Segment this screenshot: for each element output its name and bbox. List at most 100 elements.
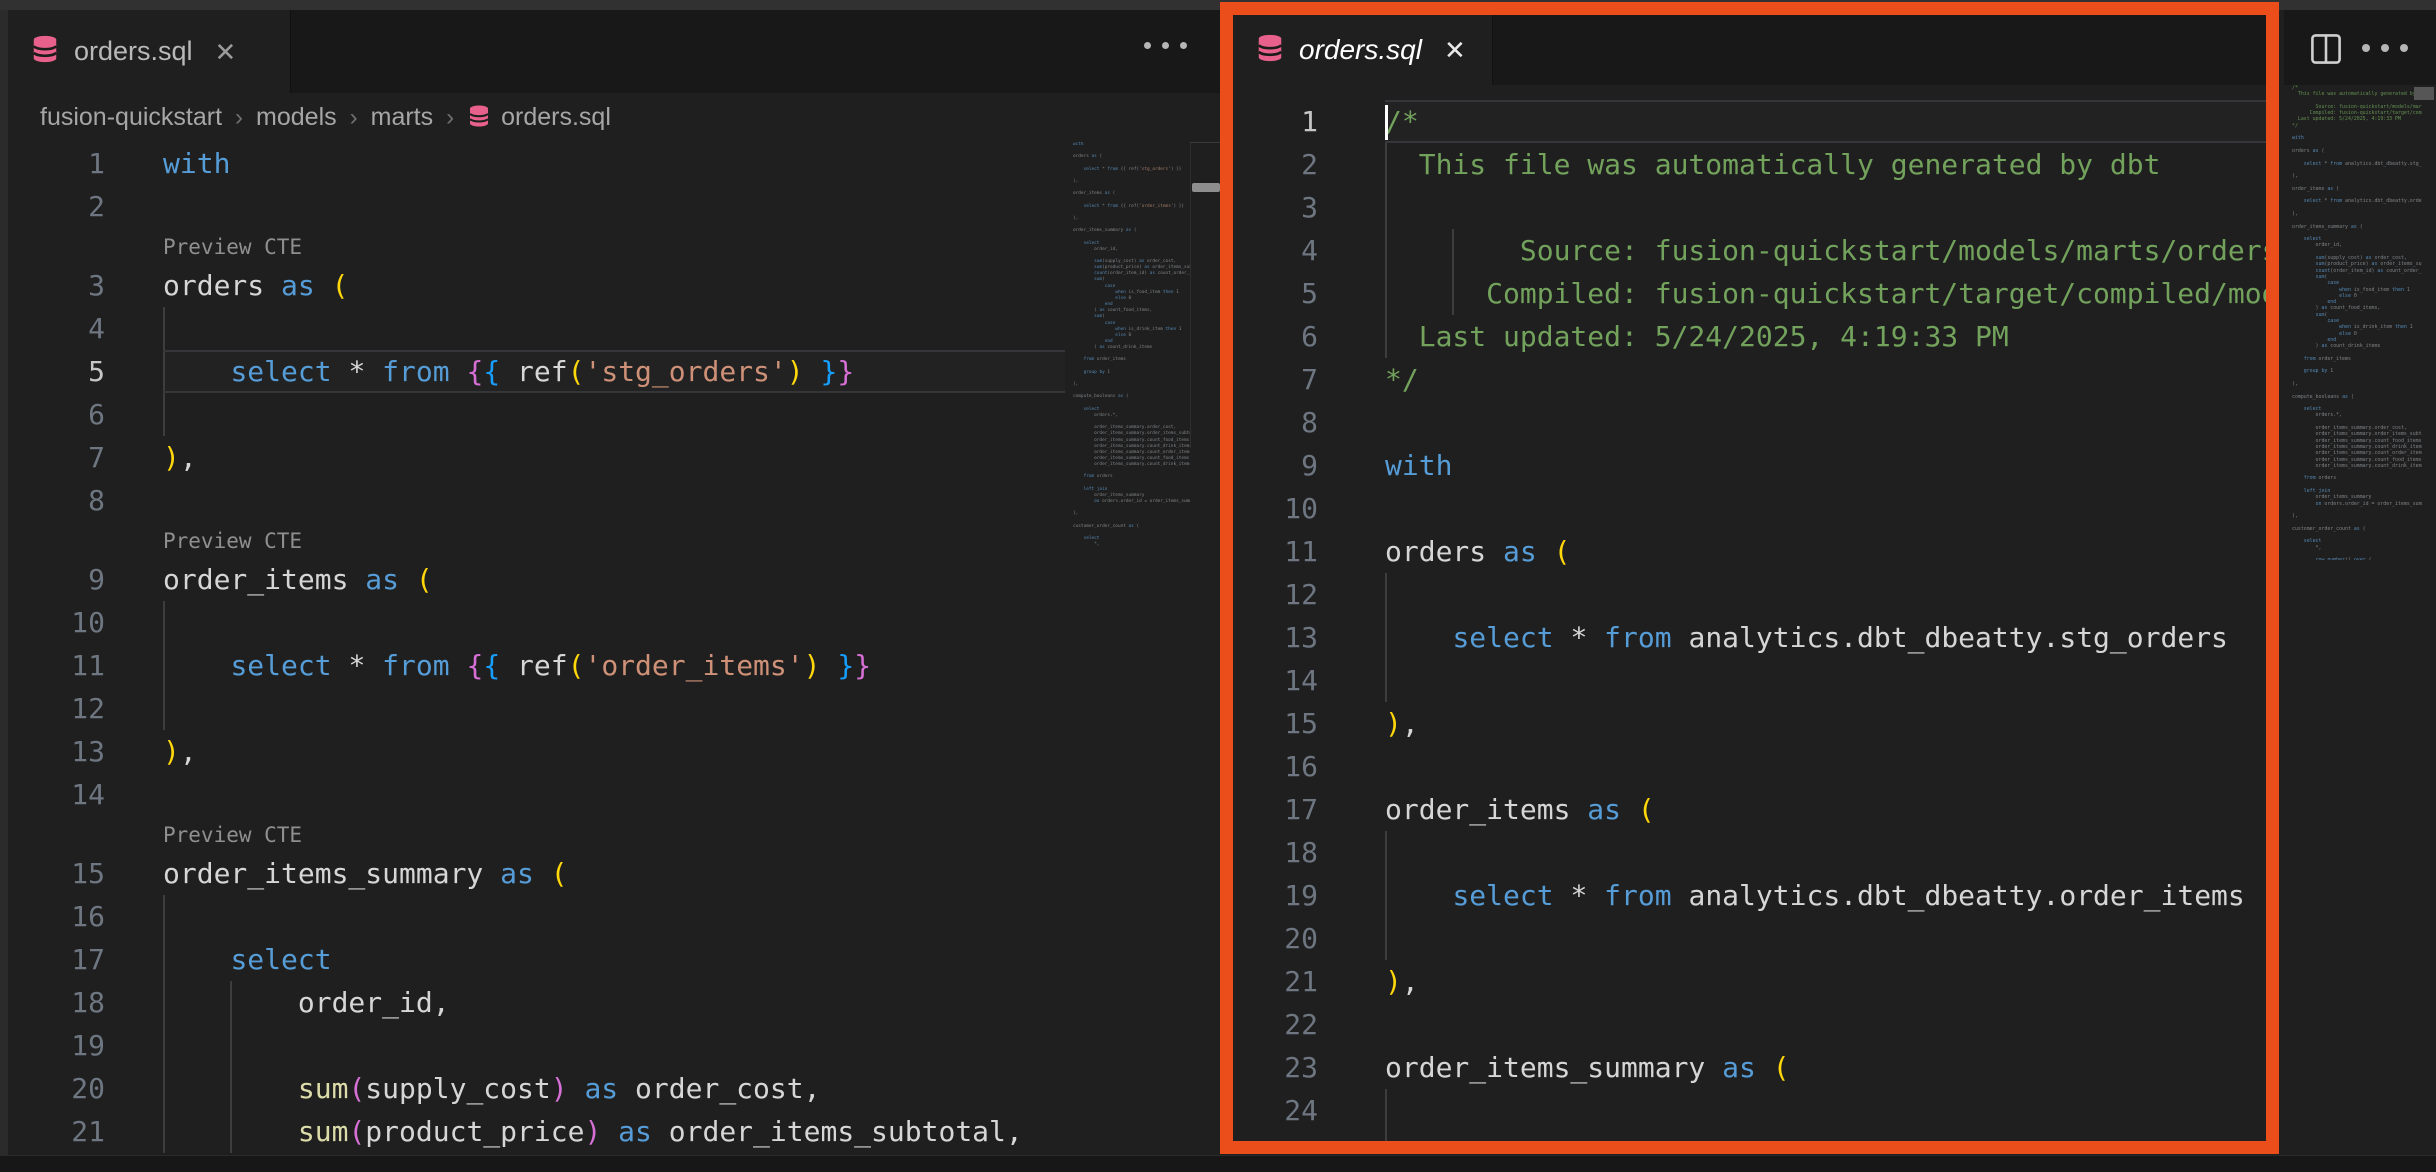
code-text[interactable]: ),: [163, 436, 1065, 479]
code-line[interactable]: 10: [8, 601, 1065, 644]
code-line[interactable]: 7),: [8, 436, 1065, 479]
code-line[interactable]: 5 Compiled: fusion-quickstart/target/com…: [1233, 272, 2266, 315]
code-text[interactable]: [1385, 917, 2266, 960]
code-text[interactable]: select: [1385, 1132, 2266, 1142]
code-text[interactable]: orders as (: [1385, 530, 2266, 573]
code-text[interactable]: [163, 185, 1065, 228]
code-text[interactable]: order_items_summary as (: [1385, 1046, 2266, 1089]
code-line[interactable]: 4: [8, 307, 1065, 350]
code-line[interactable]: 25 select: [1233, 1132, 2266, 1142]
code-text[interactable]: sum(supply_cost) as order_cost,: [163, 1067, 1065, 1110]
code-text[interactable]: with: [1385, 444, 2266, 487]
code-text[interactable]: [1385, 1003, 2266, 1046]
code-line[interactable]: 6: [8, 393, 1065, 436]
code-text[interactable]: orders as (: [163, 264, 1065, 307]
code-line[interactable]: 19: [8, 1024, 1065, 1067]
left-minimap[interactable]: with orders as ( select * from {{ ref('s…: [1073, 142, 1190, 552]
close-icon[interactable]: ✕: [1444, 37, 1466, 63]
code-line[interactable]: 16: [8, 895, 1065, 938]
code-line[interactable]: 21),: [1233, 960, 2266, 1003]
code-text[interactable]: [1385, 401, 2266, 444]
code-line[interactable]: 14: [8, 773, 1065, 816]
code-line[interactable]: 14: [1233, 659, 2266, 702]
codelens-preview-cte[interactable]: Preview CTE: [8, 816, 1065, 852]
code-line[interactable]: 9order_items as (: [8, 558, 1065, 601]
breadcrumb-file[interactable]: orders.sql: [501, 103, 611, 132]
code-line[interactable]: 15),: [1233, 702, 2266, 745]
code-line[interactable]: 1with: [8, 142, 1065, 185]
code-text[interactable]: [1385, 831, 2266, 874]
code-text[interactable]: select * from {{ ref('stg_orders') }}: [163, 350, 1065, 393]
code-line[interactable]: 12: [1233, 573, 2266, 616]
code-line[interactable]: 3: [1233, 186, 2266, 229]
code-text[interactable]: Compiled: fusion-quickstart/target/compi…: [1385, 272, 2266, 315]
code-line[interactable]: 5 select * from {{ ref('stg_orders') }}: [8, 350, 1065, 393]
code-line[interactable]: 11orders as (: [1233, 530, 2266, 573]
tab-orders-sql-preview[interactable]: orders.sql ✕: [1233, 15, 1493, 85]
more-actions-button[interactable]: [1144, 42, 1187, 49]
code-text[interactable]: [163, 479, 1065, 522]
code-text[interactable]: [163, 1024, 1065, 1067]
code-text[interactable]: /*: [1385, 100, 2266, 143]
code-line[interactable]: 3orders as (: [8, 264, 1065, 307]
code-line[interactable]: 13 select * from analytics.dbt_dbeatty.s…: [1233, 616, 2266, 659]
left-editor[interactable]: 1with2Preview CTE3orders as (45 select *…: [8, 142, 1065, 1155]
code-text[interactable]: select * from analytics.dbt_dbeatty.stg_…: [1385, 616, 2266, 659]
code-line[interactable]: 20: [1233, 917, 2266, 960]
code-line[interactable]: 23order_items_summary as (: [1233, 1046, 2266, 1089]
code-line[interactable]: 17 select: [8, 938, 1065, 981]
code-line[interactable]: 17order_items as (: [1233, 788, 2266, 831]
code-line[interactable]: 6 Last updated: 5/24/2025, 4:19:33 PM: [1233, 315, 2266, 358]
code-line[interactable]: 22: [1233, 1003, 2266, 1046]
code-text[interactable]: with: [163, 142, 1065, 185]
code-text[interactable]: [1385, 186, 2266, 229]
code-text[interactable]: order_items as (: [163, 558, 1065, 601]
code-line[interactable]: 13),: [8, 730, 1065, 773]
breadcrumb-item[interactable]: fusion-quickstart: [40, 103, 222, 132]
code-line[interactable]: 2 This file was automatically generated …: [1233, 143, 2266, 186]
code-text[interactable]: [1385, 659, 2266, 702]
code-text[interactable]: [1385, 573, 2266, 616]
code-line[interactable]: 4 Source: fusion-quickstart/models/marts…: [1233, 229, 2266, 272]
code-line[interactable]: 8: [8, 479, 1065, 522]
code-text[interactable]: ),: [1385, 960, 2266, 1003]
code-text[interactable]: select: [163, 938, 1065, 981]
code-text[interactable]: This file was automatically generated by…: [1385, 143, 2266, 186]
code-line[interactable]: 7*/: [1233, 358, 2266, 401]
code-line[interactable]: 12: [8, 687, 1065, 730]
code-text[interactable]: [1385, 487, 2266, 530]
code-text[interactable]: ),: [163, 730, 1065, 773]
code-text[interactable]: [163, 601, 1065, 644]
code-text[interactable]: [163, 307, 1065, 350]
close-icon[interactable]: ✕: [215, 39, 237, 65]
code-text[interactable]: [163, 895, 1065, 938]
code-text[interactable]: order_items as (: [1385, 788, 2266, 831]
code-text[interactable]: [163, 773, 1065, 816]
scrollbar-thumb[interactable]: [1192, 183, 1220, 192]
code-line[interactable]: 1/*: [1233, 100, 2266, 143]
code-line[interactable]: 8: [1233, 401, 2266, 444]
code-line[interactable]: 20 sum(supply_cost) as order_cost,: [8, 1067, 1065, 1110]
right-minimap[interactable]: /* This file was automatically generated…: [2292, 85, 2422, 560]
code-text[interactable]: Last updated: 5/24/2025, 4:19:33 PM: [1385, 315, 2266, 358]
code-text[interactable]: */: [1385, 358, 2266, 401]
code-text[interactable]: sum(product_price) as order_items_subtot…: [163, 1110, 1065, 1153]
code-line[interactable]: 24: [1233, 1089, 2266, 1132]
scrollbar-thumb[interactable]: [2414, 87, 2434, 100]
code-text[interactable]: [163, 393, 1065, 436]
code-line[interactable]: 11 select * from {{ ref('order_items') }…: [8, 644, 1065, 687]
code-line[interactable]: 16: [1233, 745, 2266, 788]
code-text[interactable]: order_items_summary as (: [163, 852, 1065, 895]
split-editor-icon[interactable]: [2310, 33, 2342, 70]
code-text[interactable]: select * from {{ ref('order_items') }}: [163, 644, 1065, 687]
breadcrumb-item[interactable]: models: [256, 103, 337, 132]
code-line[interactable]: 9with: [1233, 444, 2266, 487]
code-line[interactable]: 2: [8, 185, 1065, 228]
code-text[interactable]: [1385, 1089, 2266, 1132]
codelens-preview-cte[interactable]: Preview CTE: [8, 522, 1065, 558]
code-line[interactable]: 18: [1233, 831, 2266, 874]
codelens-preview-cte[interactable]: Preview CTE: [8, 228, 1065, 264]
code-text[interactable]: [1385, 745, 2266, 788]
code-line[interactable]: 21 sum(product_price) as order_items_sub…: [8, 1110, 1065, 1153]
code-line[interactable]: 10: [1233, 487, 2266, 530]
